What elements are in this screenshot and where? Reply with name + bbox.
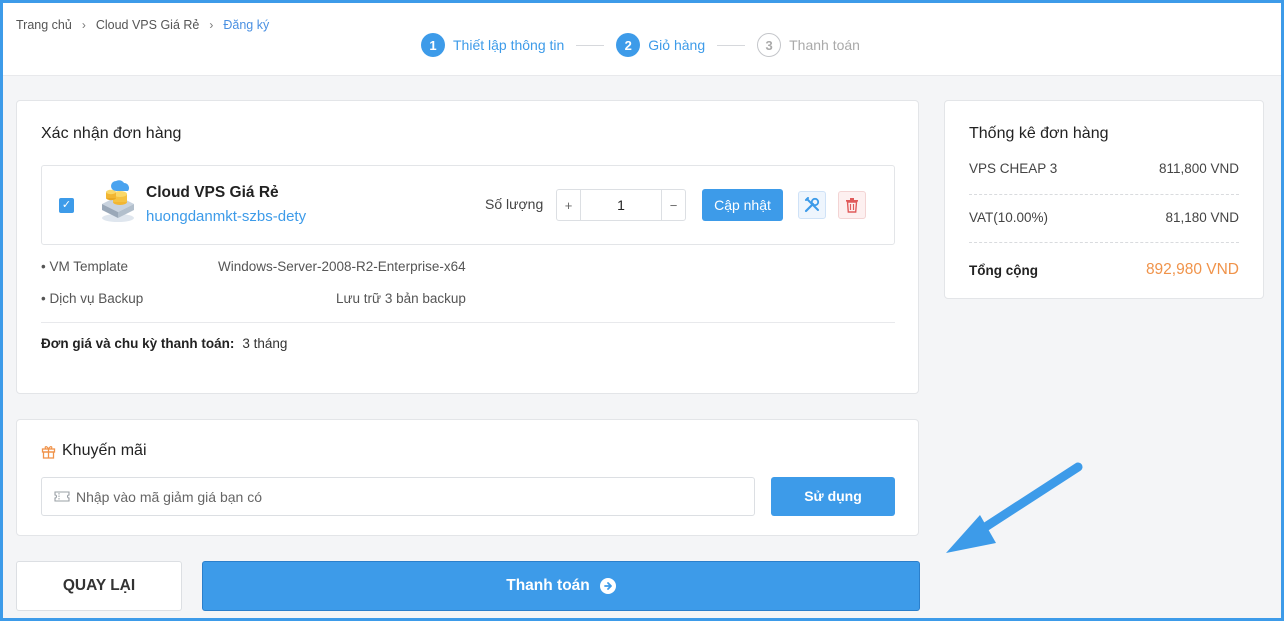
- summary-row: VPS CHEAP 3 811,800 VND: [969, 161, 1239, 176]
- pay-button-label: Thanh toán: [506, 577, 590, 594]
- step-setup[interactable]: 1 Thiết lập thông tin: [421, 33, 564, 57]
- promo-field: [41, 477, 755, 516]
- quantity-plus-button[interactable]: +: [557, 190, 581, 220]
- summary-row-label: VAT(10.00%): [969, 210, 1049, 225]
- step-label: Thiết lập thông tin: [453, 37, 565, 53]
- breadcrumb-current: Đăng ký: [223, 18, 270, 32]
- pay-button[interactable]: Thanh toán: [202, 561, 920, 611]
- item-checkbox[interactable]: ✓: [59, 198, 74, 213]
- step-number: 2: [616, 33, 641, 57]
- summary-row-value: 811,800 VND: [1158, 161, 1239, 176]
- step-label: Giỏ hàng: [648, 37, 706, 53]
- billing-cycle: Đơn giá và chu kỳ thanh toán: 3 tháng: [41, 336, 287, 351]
- quantity-stepper: + 1 −: [556, 189, 686, 221]
- checkout-steps: 1 Thiết lập thông tin 2 Giỏ hàng 3 Thanh…: [421, 33, 860, 57]
- spec-label-backup: • Dịch vụ Backup: [41, 291, 144, 306]
- billing-cycle-label: Đơn giá và chu kỳ thanh toán:: [41, 336, 235, 351]
- summary-row-label: VPS CHEAP 3: [969, 161, 1058, 176]
- configure-button[interactable]: [798, 191, 826, 219]
- gift-icon: [41, 445, 56, 459]
- step-number: 1: [421, 33, 445, 57]
- delete-button[interactable]: [838, 191, 866, 219]
- annotation-arrow-icon: [946, 462, 1083, 553]
- spec-label-template: • VM Template: [41, 259, 129, 274]
- summary-divider: [969, 242, 1239, 243]
- update-button[interactable]: Cập nhật: [702, 189, 783, 221]
- step-connector: [576, 44, 605, 46]
- promo-title: Khuyến mãi: [62, 442, 147, 459]
- breadcrumb: Trang chủ › Cloud VPS Giá Rẻ › Đăng ký: [16, 18, 269, 32]
- apply-promo-button[interactable]: Sử dụng: [771, 477, 895, 516]
- order-title: Xác nhận đơn hàng: [41, 125, 182, 142]
- promo-card: Khuyến mãi Sử dụng: [16, 419, 919, 536]
- step-payment: 3 Thanh toán: [757, 33, 860, 57]
- back-button[interactable]: QUAY LẠI: [16, 561, 182, 611]
- order-summary-card: Thống kê đơn hàng VPS CHEAP 3 811,800 VN…: [944, 100, 1264, 299]
- chevron-right-icon: ›: [209, 18, 214, 32]
- summary-total-label: Tổng cộng: [969, 262, 1038, 278]
- billing-cycle-value: 3 tháng: [242, 336, 288, 351]
- quantity-input[interactable]: 1: [581, 190, 661, 220]
- ticket-icon: [54, 491, 70, 502]
- cart-item: ✓ Cloud VPS Giá Rẻ huongdanmkt-szbs-dety…: [41, 165, 895, 245]
- chevron-right-icon: ›: [81, 18, 86, 32]
- order-confirmation-card: Xác nhận đơn hàng ✓ Cloud VPS Giá Rẻ huo…: [16, 100, 919, 394]
- spec-value-template: Windows-Server-2008-R2-Enterprise-x64: [218, 259, 466, 274]
- breadcrumb-cloud-vps[interactable]: Cloud VPS Giá Rẻ: [96, 18, 200, 32]
- divider: [41, 322, 895, 323]
- tools-icon: [804, 197, 820, 213]
- step-number: 3: [757, 33, 782, 57]
- arrow-right-circle-icon: [599, 578, 616, 594]
- product-name: Cloud VPS Giá Rẻ: [146, 184, 279, 201]
- top-bar: Trang chủ › Cloud VPS Giá Rẻ › Đăng ký 1…: [3, 3, 1281, 76]
- promo-header: Khuyến mãi: [41, 442, 147, 460]
- quantity-minus-button[interactable]: −: [661, 190, 685, 220]
- summary-total-row: Tổng cộng 892,980 VND: [969, 261, 1239, 279]
- server-coins-icon: [102, 180, 134, 222]
- quantity-label: Số lượng: [485, 196, 544, 212]
- step-cart[interactable]: 2 Giỏ hàng: [616, 33, 705, 57]
- summary-divider: [969, 194, 1239, 195]
- summary-title: Thống kê đơn hàng: [969, 125, 1109, 142]
- product-hostname[interactable]: huongdanmkt-szbs-dety: [146, 208, 306, 225]
- step-label: Thanh toán: [789, 37, 860, 53]
- summary-total-value: 892,980 VND: [1145, 261, 1239, 278]
- trash-icon: [846, 198, 858, 213]
- summary-row: VAT(10.00%) 81,180 VND: [969, 210, 1239, 225]
- spec-value-backup: Lưu trữ 3 bản backup: [336, 291, 466, 306]
- promo-code-input[interactable]: [76, 488, 676, 505]
- breadcrumb-home[interactable]: Trang chủ: [16, 18, 72, 32]
- summary-row-value: 81,180 VND: [1165, 210, 1239, 225]
- step-connector: [717, 44, 746, 46]
